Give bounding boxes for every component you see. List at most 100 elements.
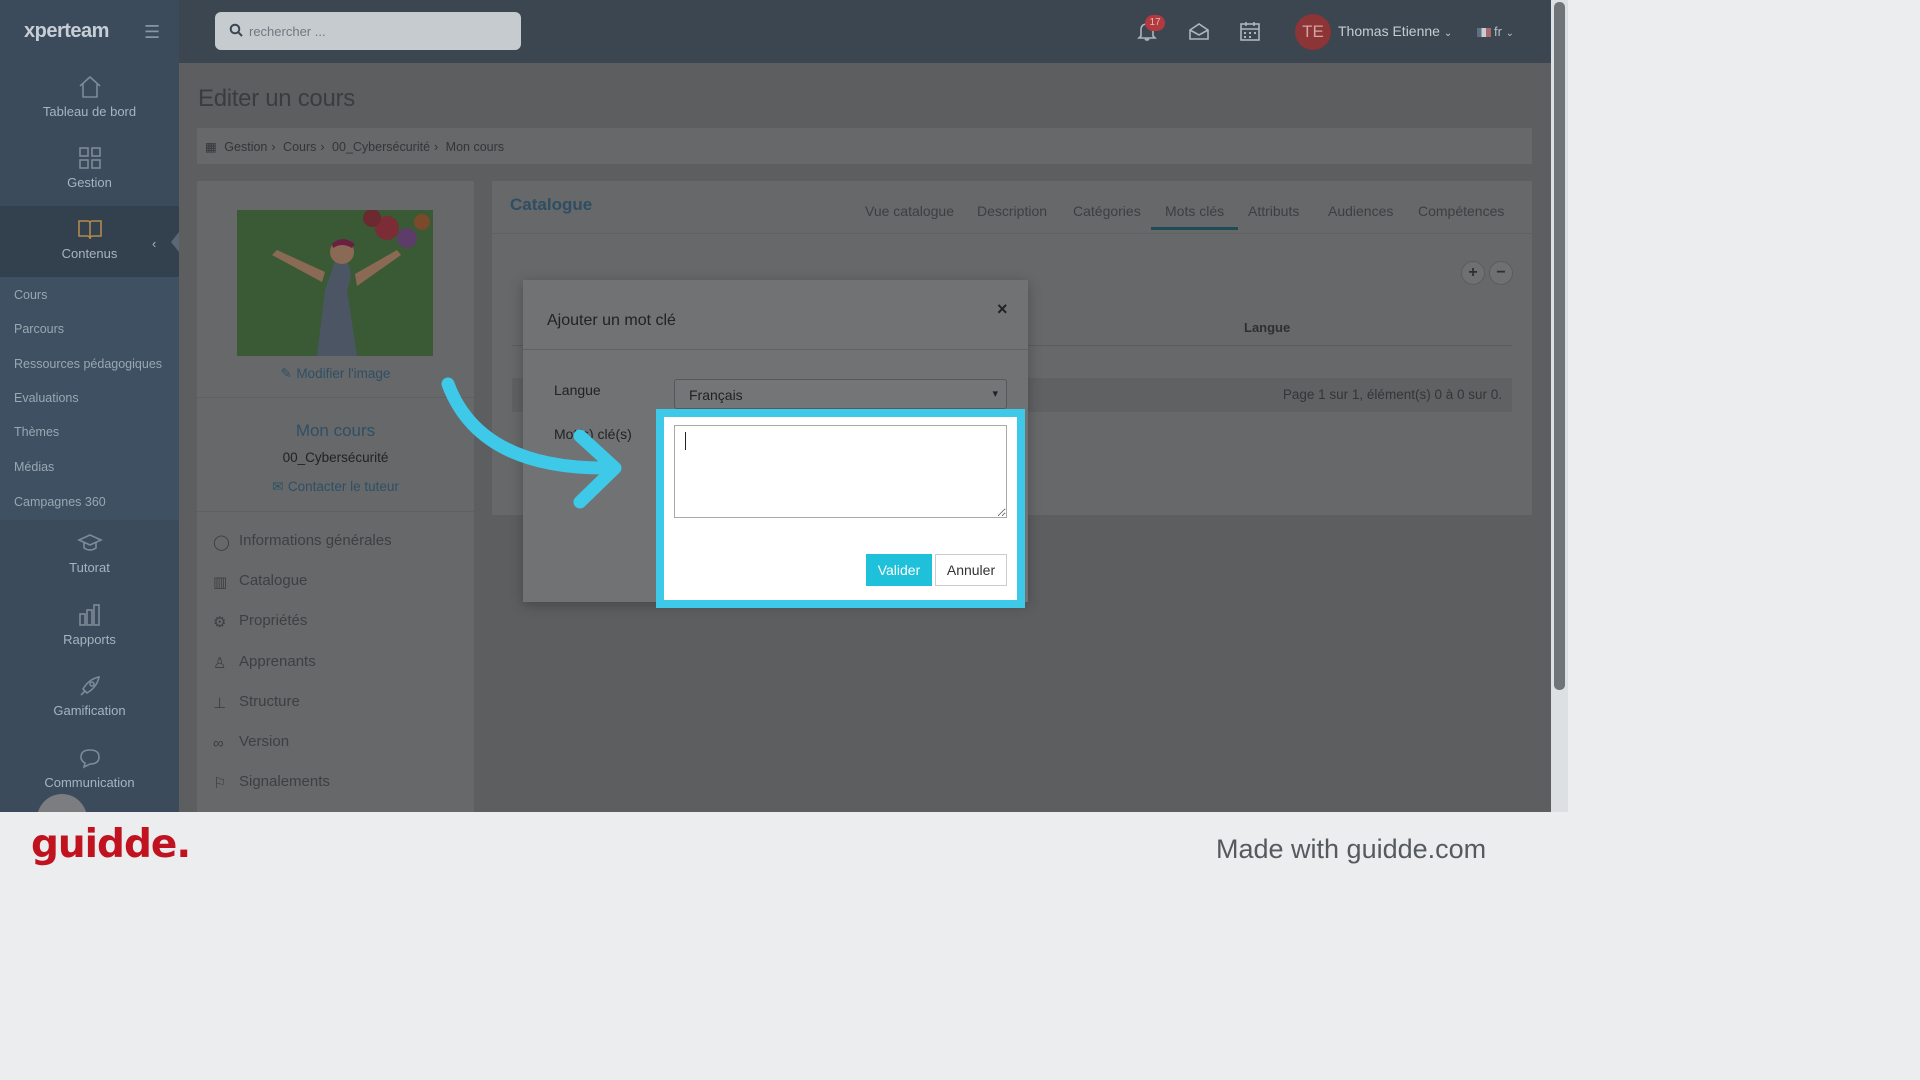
avatar[interactable]: TE xyxy=(1295,14,1331,50)
tab-competences[interactable]: Compétences xyxy=(1418,203,1504,219)
breadcrumb-item[interactable]: Cours xyxy=(283,140,316,154)
langue-select[interactable]: Français ▾ xyxy=(674,379,1007,409)
sidebar-item-tableau-de-bord[interactable]: Tableau de bord xyxy=(0,74,179,132)
langue-selected-value: Français xyxy=(689,387,743,403)
chevron-down-icon: ⌄ xyxy=(1443,28,1453,39)
sidebar-item-label: Communication xyxy=(44,775,135,790)
graduation-cap-icon xyxy=(76,534,103,551)
sidebar-subitem-themes[interactable]: Thèmes xyxy=(14,425,59,439)
app-logo[interactable]: xperteam xyxy=(24,20,109,43)
validate-button[interactable]: Valider xyxy=(866,554,932,586)
sidebar-item-label: Tableau de bord xyxy=(42,104,137,119)
sidebar-subitem-cours[interactable]: Cours xyxy=(14,288,47,302)
flag-icon xyxy=(1477,28,1491,38)
course-menu-informations[interactable]: ◯ Informations générales xyxy=(213,532,392,551)
sitemap-icon: ⊥ xyxy=(213,695,227,712)
book-icon: ▥ xyxy=(213,574,228,591)
chevron-down-icon: ▾ xyxy=(992,388,998,400)
divider xyxy=(523,349,1028,350)
grid-icon: ▦ xyxy=(205,140,217,154)
sidebar-item-gamification[interactable]: Gamification xyxy=(0,673,179,731)
sidebar-item-tutorat[interactable]: Tutorat xyxy=(0,530,179,588)
mail-icon[interactable] xyxy=(1188,20,1210,42)
course-image xyxy=(237,210,433,356)
breadcrumb-item: Mon cours xyxy=(445,140,505,154)
contenus-submenu: Cours Parcours Ressources pédagogiques E… xyxy=(0,277,179,520)
tab-vue-catalogue[interactable]: Vue catalogue xyxy=(865,203,954,219)
sidebar-subitem-evaluations[interactable]: Evaluations xyxy=(14,391,79,405)
tab-description[interactable]: Description xyxy=(977,203,1047,219)
language-selector[interactable]: fr ⌄ xyxy=(1477,24,1514,39)
remove-keyword-button[interactable]: − xyxy=(1489,261,1513,285)
breadcrumb-item[interactable]: Gestion xyxy=(224,140,267,154)
course-menu-apprenants[interactable]: ♙ Apprenants xyxy=(213,653,316,672)
search-icon xyxy=(229,23,243,37)
sidebar-subitem-campagnes-360[interactable]: Campagnes 360 xyxy=(14,495,106,509)
sidebar-item-label: Gamification xyxy=(53,703,126,718)
chevron-left-icon[interactable]: ‹ xyxy=(152,236,156,251)
search-input[interactable] xyxy=(249,20,509,42)
tab-attributs[interactable]: Attributs xyxy=(1248,203,1299,219)
envelope-icon: ✉ xyxy=(272,479,284,494)
top-bar: 17 TE Thomas Etienne ⌄ fr ⌄ xyxy=(179,0,1551,63)
sidebar-subitem-ressources[interactable]: Ressources pédagogiques xyxy=(14,357,162,371)
chevron-down-icon: ⌄ xyxy=(1505,28,1514,39)
page-title: Editer un cours xyxy=(198,85,355,112)
user-menu[interactable]: Thomas Etienne ⌄ xyxy=(1338,23,1452,39)
sidebar-item-label: Tutorat xyxy=(69,560,110,575)
cancel-button[interactable]: Annuler xyxy=(935,554,1007,586)
flag-icon: ⚐ xyxy=(213,775,227,792)
pencil-icon: ✎ xyxy=(280,366,292,381)
notification-badge: 17 xyxy=(1145,15,1165,31)
gear-icon: ⚙ xyxy=(213,614,227,631)
guidde-footer: guidde. Made with guidde.com xyxy=(0,812,1568,882)
course-menu-proprietes[interactable]: ⚙ Propriétés xyxy=(213,612,307,631)
grid-icon xyxy=(78,147,101,169)
search-box[interactable] xyxy=(215,12,521,50)
sidebar-item-label: Contenus xyxy=(61,246,118,261)
sidebar-item-label: Gestion xyxy=(67,175,112,190)
speech-bubble-icon: ◯ xyxy=(213,534,230,551)
course-menu-signalements[interactable]: ⚐ Signalements xyxy=(213,773,330,792)
column-header-langue[interactable]: Langue xyxy=(1244,320,1290,335)
tab-mots-cles[interactable]: Mots clés xyxy=(1151,203,1239,230)
pager-text: Page 1 sur 1, élément(s) 0 à 0 sur 0. xyxy=(1282,387,1502,402)
sidebar-subitem-parcours[interactable]: Parcours xyxy=(14,322,64,336)
link-icon: ∞ xyxy=(213,735,224,752)
text-caret xyxy=(685,432,686,450)
user-name: Thomas Etienne xyxy=(1338,23,1440,39)
made-with-text: Made with guidde.com xyxy=(1216,834,1487,864)
page-scrollbar[interactable] xyxy=(1551,0,1568,812)
active-indicator xyxy=(171,232,179,252)
highlight-frame: Valider Annuler xyxy=(656,409,1025,608)
sidebar-item-communication[interactable]: Communication xyxy=(0,745,179,803)
calendar-icon[interactable] xyxy=(1239,20,1261,42)
hamburger-menu-icon[interactable]: ☰ xyxy=(144,22,160,43)
keywords-textarea[interactable] xyxy=(674,425,1007,518)
home-icon xyxy=(78,75,101,98)
guidde-logo: guidde. xyxy=(31,822,191,867)
bar-chart-icon xyxy=(78,604,100,626)
breadcrumb: ▦ Gestion › Cours › 00_Cybersécurité › Mon … xyxy=(197,128,1532,164)
close-icon[interactable]: × xyxy=(997,299,1008,320)
tab-categories[interactable]: Catégories xyxy=(1073,203,1141,219)
chat-icon xyxy=(79,749,100,769)
tab-audiences[interactable]: Audiences xyxy=(1328,203,1393,219)
course-menu-version[interactable]: ∞ Version xyxy=(213,733,289,752)
course-menu-structure[interactable]: ⊥ Structure xyxy=(213,693,300,712)
sidebar-subitem-medias[interactable]: Médias xyxy=(14,460,54,474)
modal-title: Ajouter un mot clé xyxy=(547,312,676,329)
course-menu-catalogue[interactable]: ▥ Catalogue xyxy=(213,572,307,591)
add-keyword-button[interactable]: + xyxy=(1461,261,1485,285)
pointer-arrow-icon xyxy=(441,377,622,509)
sidebar-item-label: Rapports xyxy=(63,632,116,647)
sidebar-item-gestion[interactable]: Gestion xyxy=(0,145,179,203)
language-code: fr xyxy=(1494,24,1502,39)
book-icon xyxy=(77,220,102,240)
users-icon: ♙ xyxy=(213,655,227,672)
rocket-icon xyxy=(79,675,100,696)
sidebar-item-rapports[interactable]: Rapports xyxy=(0,602,179,660)
scrollbar-thumb[interactable] xyxy=(1554,2,1565,690)
breadcrumb-item[interactable]: 00_Cybersécurité xyxy=(332,140,430,154)
divider xyxy=(492,233,1532,234)
